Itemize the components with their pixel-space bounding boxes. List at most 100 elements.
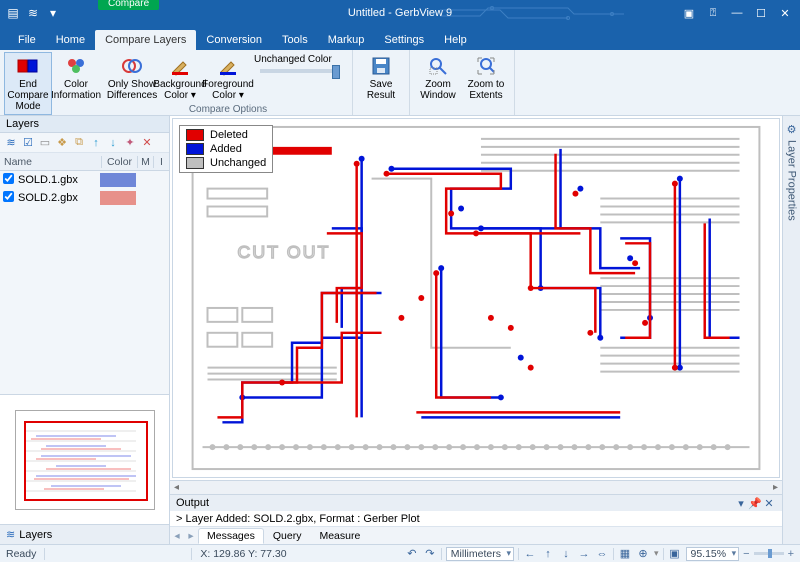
zoom-window-button[interactable]: Zoom Window bbox=[414, 52, 462, 104]
units-combo[interactable]: Millimeters bbox=[446, 547, 514, 561]
bg-color-icon bbox=[168, 55, 192, 77]
sb-grid-icon[interactable]: ▦ bbox=[618, 547, 632, 561]
layer-row[interactable]: SOLD.1.gbx bbox=[0, 171, 169, 189]
layers-footer-icon: ≋ bbox=[6, 528, 15, 541]
ribbon: End Compare Mode Color Information Only … bbox=[0, 50, 800, 116]
output-tab-left-icon[interactable]: ◂ bbox=[170, 530, 184, 542]
ribbon-collapse-icon[interactable]: ▣ bbox=[678, 4, 700, 22]
output-tab-messages[interactable]: Messages bbox=[198, 528, 264, 544]
title-bar: ▤ ≋ ▾ Compare Untitled - GerbView 9 ▣ ⍰ … bbox=[0, 0, 800, 26]
units-value: Millimeters bbox=[451, 548, 501, 560]
output-close-icon[interactable]: ✕ bbox=[762, 496, 776, 510]
zoom-out-icon[interactable]: − bbox=[743, 548, 749, 560]
sb-arrow-right-icon[interactable]: → bbox=[577, 547, 591, 561]
layer-down-icon[interactable]: ↓ bbox=[106, 136, 120, 150]
output-tab-query[interactable]: Query bbox=[264, 528, 311, 544]
title-decor bbox=[440, 4, 670, 22]
color-info-button[interactable]: Color Information bbox=[52, 52, 100, 104]
tab-settings[interactable]: Settings bbox=[374, 30, 434, 50]
bg-color-label: Background Color ▾ bbox=[153, 79, 206, 101]
app-open-icon[interactable]: ▤ bbox=[6, 6, 20, 20]
scroll-right-icon[interactable]: ▸ bbox=[773, 482, 778, 493]
output-pin-icon[interactable]: 📌 bbox=[748, 496, 762, 510]
layer-checkbox[interactable] bbox=[3, 191, 14, 202]
tab-file[interactable]: File bbox=[8, 30, 46, 50]
tab-help[interactable]: Help bbox=[434, 30, 477, 50]
overview-thumbnail[interactable] bbox=[0, 394, 169, 524]
layer-color-swatch[interactable] bbox=[100, 173, 136, 187]
output-body[interactable]: > Layer Added: SOLD.2.gbx, Format : Gerb… bbox=[170, 511, 782, 526]
status-ready: Ready bbox=[6, 548, 36, 560]
zoom-in-icon[interactable]: + bbox=[788, 548, 794, 560]
tab-conversion[interactable]: Conversion bbox=[196, 30, 272, 50]
color-info-label: Color Information bbox=[51, 79, 101, 101]
sb-undo-icon[interactable]: ↶ bbox=[405, 547, 419, 561]
unchanged-color-slider[interactable] bbox=[260, 69, 340, 73]
layer-copy-icon[interactable]: ⧉ bbox=[72, 136, 86, 150]
sb-target-icon[interactable]: ⊕ bbox=[636, 547, 650, 561]
layer-check-icon[interactable]: ☑ bbox=[21, 136, 35, 150]
zoom-combo[interactable]: 95.15% bbox=[686, 547, 740, 561]
col-name[interactable]: Name bbox=[0, 156, 101, 168]
layers-panel-footer[interactable]: ≋ Layers bbox=[0, 524, 169, 544]
drawing-canvas[interactable]: Deleted Added Unchanged bbox=[172, 118, 780, 478]
end-compare-button[interactable]: End Compare Mode bbox=[4, 52, 52, 115]
layers-panel: Layers ≋ ☑ ▭ ❖ ⧉ ↑ ↓ ✦ ✕ Name Color M I … bbox=[0, 116, 170, 544]
app-dropdown-icon[interactable]: ▾ bbox=[46, 6, 60, 20]
sb-arrows-icon[interactable]: ⇔ bbox=[595, 547, 609, 561]
minimize-button[interactable]: ― bbox=[726, 4, 748, 22]
zoom-slider[interactable] bbox=[754, 552, 784, 555]
sb-arrow-up-icon[interactable]: ↑ bbox=[541, 547, 555, 561]
window-title: Untitled - GerbView 9 bbox=[348, 7, 452, 19]
save-icon bbox=[369, 55, 393, 77]
sb-dropdown-icon[interactable]: ▾ bbox=[654, 548, 659, 559]
save-result-button[interactable]: Save Result bbox=[357, 52, 405, 104]
end-compare-icon bbox=[16, 55, 40, 77]
layer-hide-icon[interactable]: ▭ bbox=[38, 136, 52, 150]
col-i[interactable]: I bbox=[153, 156, 169, 168]
context-tab-compare: Compare bbox=[98, 0, 159, 10]
layer-tool-wrench-icon[interactable]: ✦ bbox=[123, 136, 137, 150]
layer-row[interactable]: SOLD.2.gbx bbox=[0, 189, 169, 207]
app-layers-icon[interactable]: ≋ bbox=[26, 6, 40, 20]
tab-tools[interactable]: Tools bbox=[272, 30, 318, 50]
compare-legend: Deleted Added Unchanged bbox=[179, 125, 273, 173]
zoom-extents-button[interactable]: Zoom to Extents bbox=[462, 52, 510, 104]
layer-name: SOLD.2.gbx bbox=[16, 192, 99, 204]
legend-unchanged: Unchanged bbox=[210, 157, 266, 169]
layer-pal-icon[interactable]: ❖ bbox=[55, 136, 69, 150]
layer-up-icon[interactable]: ↑ bbox=[89, 136, 103, 150]
tab-home[interactable]: Home bbox=[46, 30, 95, 50]
tab-markup[interactable]: Markup bbox=[318, 30, 375, 50]
col-m[interactable]: M bbox=[137, 156, 153, 168]
layer-tool-icon[interactable]: ≋ bbox=[4, 136, 18, 150]
layer-checkbox[interactable] bbox=[3, 173, 14, 184]
sb-redo-icon[interactable]: ↷ bbox=[423, 547, 437, 561]
zoom-window-label: Zoom Window bbox=[417, 79, 459, 101]
content-area: Layers ≋ ☑ ▭ ❖ ⧉ ↑ ↓ ✦ ✕ Name Color M I … bbox=[0, 116, 800, 544]
sb-arrow-down-icon[interactable]: ↓ bbox=[559, 547, 573, 561]
fg-color-button[interactable]: Foreground Color ▾ bbox=[204, 52, 252, 104]
bg-color-button[interactable]: Background Color ▾ bbox=[156, 52, 204, 104]
output-tab-right-icon[interactable]: ▸ bbox=[184, 530, 198, 542]
legend-deleted: Deleted bbox=[210, 129, 248, 141]
group-compare-options-label: Compare Options bbox=[108, 104, 348, 116]
zoom-value: 95.15% bbox=[691, 548, 727, 560]
sb-arrow-left-icon[interactable]: ← bbox=[523, 547, 537, 561]
layer-properties-panel[interactable]: ⚙ Layer Properties bbox=[782, 116, 800, 544]
tab-compare-layers[interactable]: Compare Layers bbox=[95, 30, 196, 50]
layer-color-swatch[interactable] bbox=[100, 191, 136, 205]
sb-doc-icon[interactable]: ▣ bbox=[668, 547, 682, 561]
horizontal-scrollbar[interactable]: ◂ ▸ bbox=[170, 480, 782, 494]
only-show-diff-button[interactable]: Only Show Differences bbox=[108, 52, 156, 104]
output-tab-measure[interactable]: Measure bbox=[310, 528, 369, 544]
maximize-button[interactable]: ☐ bbox=[750, 4, 772, 22]
layers-footer-label: Layers bbox=[19, 529, 52, 541]
unchanged-color-label: Unchanged Color bbox=[254, 54, 332, 65]
col-color[interactable]: Color bbox=[101, 156, 137, 168]
scroll-left-icon[interactable]: ◂ bbox=[174, 482, 179, 493]
close-button[interactable]: ✕ bbox=[774, 4, 796, 22]
help-icon[interactable]: ⍰ bbox=[702, 4, 724, 22]
layer-delete-icon[interactable]: ✕ bbox=[140, 136, 154, 150]
output-menu-icon[interactable]: ▾ bbox=[734, 496, 748, 510]
